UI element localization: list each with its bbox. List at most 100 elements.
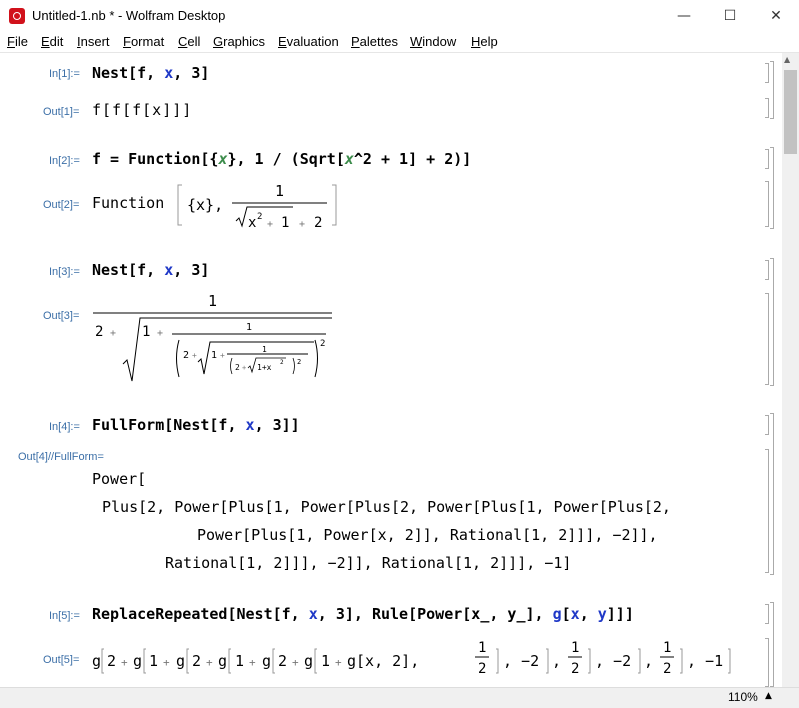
out2-head: Function [92,194,165,212]
notebook-content[interactable]: In[1]:= Nest[f, x, 3] Out[1]= f[f[f[x]]]… [0,53,781,687]
in2-label: In[2]:= [49,155,80,167]
svg-text:+: + [192,351,197,360]
out2-label: Out[2]= [43,199,80,211]
svg-text:2: 2 [663,661,671,677]
svg-text:g: g [262,652,271,670]
svg-text:1: 1 [142,324,150,340]
cell-bracket[interactable] [765,415,769,435]
svg-text:1: 1 [663,640,671,656]
scrollbar-thumb[interactable] [784,70,797,154]
cell-group-bracket[interactable] [770,258,774,386]
out2-formula: {x}, 1 x 2 + 1 + 2 [177,182,337,231]
in1-input[interactable]: Nest[f, x, 3] [92,64,209,82]
cell-bracket[interactable] [765,604,769,624]
svg-text:2: 2 [478,661,486,677]
svg-text:1: 1 [262,345,267,354]
title-bar[interactable]: Untitled-1.nb * - Wolfram Desktop — ☐ ✕ [0,0,799,32]
in4-input[interactable]: FullForm[Nest[f, x, 3]] [92,416,300,434]
window-title: Untitled-1.nb * - Wolfram Desktop [32,8,226,23]
svg-text:2: 2 [192,652,201,670]
zoom-level[interactable]: 110% [728,690,758,704]
out5-label: Out[5]= [43,654,80,666]
out4-line4: Rational[1, 2]]], −2]], Rational[1, 2]]]… [165,554,572,572]
in2-input[interactable]: f = Function[{x}, 1 / (Sqrt[x^2 + 1] + 2… [92,150,471,168]
svg-text:, −2: , −2 [595,652,631,670]
svg-text:2: 2 [320,339,325,349]
minimize-button[interactable]: — [661,0,707,32]
svg-text:1: 1 [281,215,289,231]
wolfram-app-icon [9,8,25,24]
cell-bracket[interactable] [765,449,769,573]
cell-bracket[interactable] [765,98,769,118]
maximize-button[interactable]: ☐ [707,0,753,32]
svg-text:2: 2 [278,652,287,670]
svg-text:2: 2 [235,363,240,372]
menu-file[interactable]: File [7,34,28,49]
menu-palettes[interactable]: Palettes [351,34,398,49]
svg-text:+: + [206,656,213,669]
svg-text:+: + [157,328,163,339]
svg-text:{x},: {x}, [187,196,223,214]
in3-input[interactable]: Nest[f, x, 3] [92,261,209,279]
svg-text:+: + [242,364,246,372]
cell-group-bracket[interactable] [770,61,774,119]
cell-bracket[interactable] [765,293,769,385]
menu-format[interactable]: Format [123,34,164,49]
svg-text:+: + [121,656,128,669]
cell-bracket[interactable] [765,260,769,280]
svg-text:g[x, 2],: g[x, 2], [347,652,419,670]
out5-formula: g 2 + g 1 + g 2 + g 1 + g 2 + g 1 + g[x, 2], 1 2 , −… [92,640,731,677]
out4-line2: Plus[2, Power[Plus[1, Power[Plus[2, Powe… [102,498,671,516]
svg-text:x: x [248,215,256,231]
out1-label: Out[1]= [43,106,80,118]
svg-text:2: 2 [257,212,262,222]
out3-formula: 1 2 + 1 + 1 2 + 1 + 1 2 + 1+x 2 2 2 [93,292,332,382]
svg-text:g: g [304,652,313,670]
svg-text:1: 1 [208,292,217,310]
menu-insert[interactable]: Insert [77,34,110,49]
menu-edit[interactable]: Edit [41,34,63,49]
svg-text:,: , [644,652,653,670]
svg-text:1: 1 [235,652,244,670]
menu-evaluation[interactable]: Evaluation [278,34,339,49]
svg-text:2: 2 [107,652,116,670]
cell-bracket[interactable] [765,63,769,83]
svg-text:2: 2 [314,215,322,231]
svg-text:+: + [220,351,225,360]
svg-text:+: + [292,656,299,669]
close-button[interactable]: ✕ [753,0,799,32]
svg-text:1: 1 [478,640,486,656]
svg-text:2: 2 [280,359,284,366]
svg-text:+: + [163,656,170,669]
svg-text:,: , [552,652,561,670]
svg-text:, −1: , −1 [687,652,723,670]
menu-window[interactable]: Window [410,34,456,49]
cell-bracket[interactable] [765,149,769,169]
in5-input[interactable]: ReplaceRepeated[Nest[f, x, 3], Rule[Powe… [92,605,634,623]
in5-label: In[5]:= [49,610,80,622]
svg-text:g: g [92,652,101,670]
cell-bracket[interactable] [765,181,769,227]
menu-cell[interactable]: Cell [178,34,200,49]
svg-text:2: 2 [571,661,579,677]
svg-text:1: 1 [275,182,284,200]
scroll-up-icon[interactable]: ▲ [784,55,790,64]
in3-label: In[3]:= [49,266,80,278]
svg-text:1+x: 1+x [257,363,272,372]
status-bar [0,687,799,708]
svg-text:g: g [176,652,185,670]
svg-text:+: + [249,656,256,669]
svg-text:1: 1 [246,322,252,333]
in4-label: In[4]:= [49,421,80,433]
menu-help[interactable]: Help [471,34,498,49]
svg-text:1: 1 [571,640,579,656]
menu-graphics[interactable]: Graphics [213,34,265,49]
svg-text:+: + [267,219,273,230]
cell-group-bracket[interactable] [770,602,774,687]
svg-text:+: + [110,328,116,339]
svg-text:2: 2 [183,350,189,361]
zoom-dropdown-icon[interactable]: ▲ [765,691,772,701]
cell-group-bracket[interactable] [770,147,774,229]
cell-bracket[interactable] [765,638,769,687]
cell-group-bracket[interactable] [770,413,774,575]
